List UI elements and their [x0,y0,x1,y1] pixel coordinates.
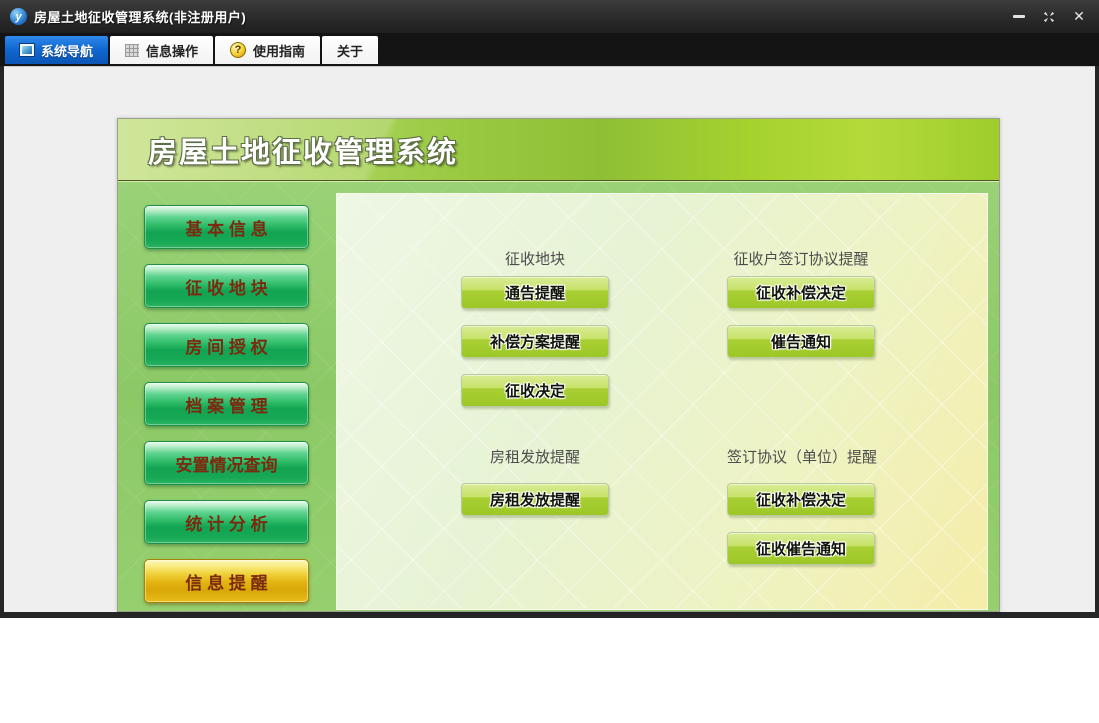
app-window: y 房屋土地征收管理系统(非注册用户) ✕ 系统导航 信息操作 [0,0,1099,618]
grid-icon [125,44,139,57]
section-label: 征收地块 [461,250,609,270]
section-rent-payment: 房租发放提醒 房租发放提醒 [461,448,609,532]
help-icon: ? [230,42,246,58]
tab-info-operations[interactable]: 信息操作 [110,36,213,64]
window-controls: ✕ [1009,0,1089,33]
section-land-parcel: 征收地块 通告提醒 补偿方案提醒 征收决定 [461,250,609,423]
tab-system-navigation[interactable]: 系统导航 [5,36,108,64]
close-button[interactable]: ✕ [1069,7,1089,27]
sidebar-item-archive-mgmt[interactable]: 档 案 管 理 [144,382,309,426]
sidebar-item-stats-analysis[interactable]: 统 计 分 析 [144,500,309,544]
content-area: 房屋土地征收管理系统 基 本 信 息 征 收 地 块 房 间 授 权 档 案 管… [4,66,1095,612]
sidebar-item-land-parcel[interactable]: 征 收 地 块 [144,264,309,308]
tab-label: 关于 [337,41,363,60]
restore-icon [1042,10,1056,24]
tab-label: 使用指南 [253,41,305,60]
tab-bar: 系统导航 信息操作 ? 使用指南 关于 [0,33,1099,66]
section-label: 房租发放提醒 [461,448,609,468]
section-label: 征收户签订协议提醒 [727,250,875,270]
section-unit-agreement: 签订协议（单位）提醒 征收补偿决定 征收催告通知 [727,448,875,581]
banner: 房屋土地征收管理系统 [118,119,999,181]
main-green-panel: 房屋土地征收管理系统 基 本 信 息 征 收 地 块 房 间 授 权 档 案 管… [117,118,1000,612]
close-icon: ✕ [1073,8,1085,25]
reminder-panel: 征收地块 通告提醒 补偿方案提醒 征收决定 征收户签订协议提醒 征收补偿决定 催… [336,193,988,610]
tab-label: 系统导航 [41,41,93,60]
unit-urge-notice-button[interactable]: 征收催告通知 [727,532,875,565]
rent-payment-reminder-button[interactable]: 房租发放提醒 [461,483,609,516]
notice-reminder-button[interactable]: 通告提醒 [461,276,609,309]
tab-about[interactable]: 关于 [322,36,378,64]
window-square-icon [20,44,34,56]
titlebar: y 房屋土地征收管理系统(非注册用户) ✕ [0,0,1099,33]
sidebar-item-basic-info[interactable]: 基 本 信 息 [144,205,309,249]
window-title: 房屋土地征收管理系统(非注册用户) [34,7,246,26]
compensation-decision-button[interactable]: 征收补偿决定 [727,276,875,309]
urge-notice-button[interactable]: 催告通知 [727,325,875,358]
minimize-button[interactable] [1009,7,1029,27]
section-label: 签订协议（单位）提醒 [727,448,875,468]
tab-user-guide[interactable]: ? 使用指南 [215,36,320,64]
section-household-agreement: 征收户签订协议提醒 征收补偿决定 催告通知 [727,250,875,374]
app-logo-icon: y [10,8,27,25]
page-title: 房屋土地征收管理系统 [148,129,458,171]
tab-label: 信息操作 [146,41,198,60]
minimize-icon [1013,15,1025,18]
unit-compensation-decision-button[interactable]: 征收补偿决定 [727,483,875,516]
compensation-plan-reminder-button[interactable]: 补偿方案提醒 [461,325,609,358]
sidebar-item-room-auth[interactable]: 房 间 授 权 [144,323,309,367]
sidebar-item-resettle-query[interactable]: 安置情况查询 [144,441,309,485]
expropriation-decision-button[interactable]: 征收决定 [461,374,609,407]
sidebar-item-info-reminder[interactable]: 信 息 提 醒 [144,559,309,603]
restore-button[interactable] [1039,7,1059,27]
